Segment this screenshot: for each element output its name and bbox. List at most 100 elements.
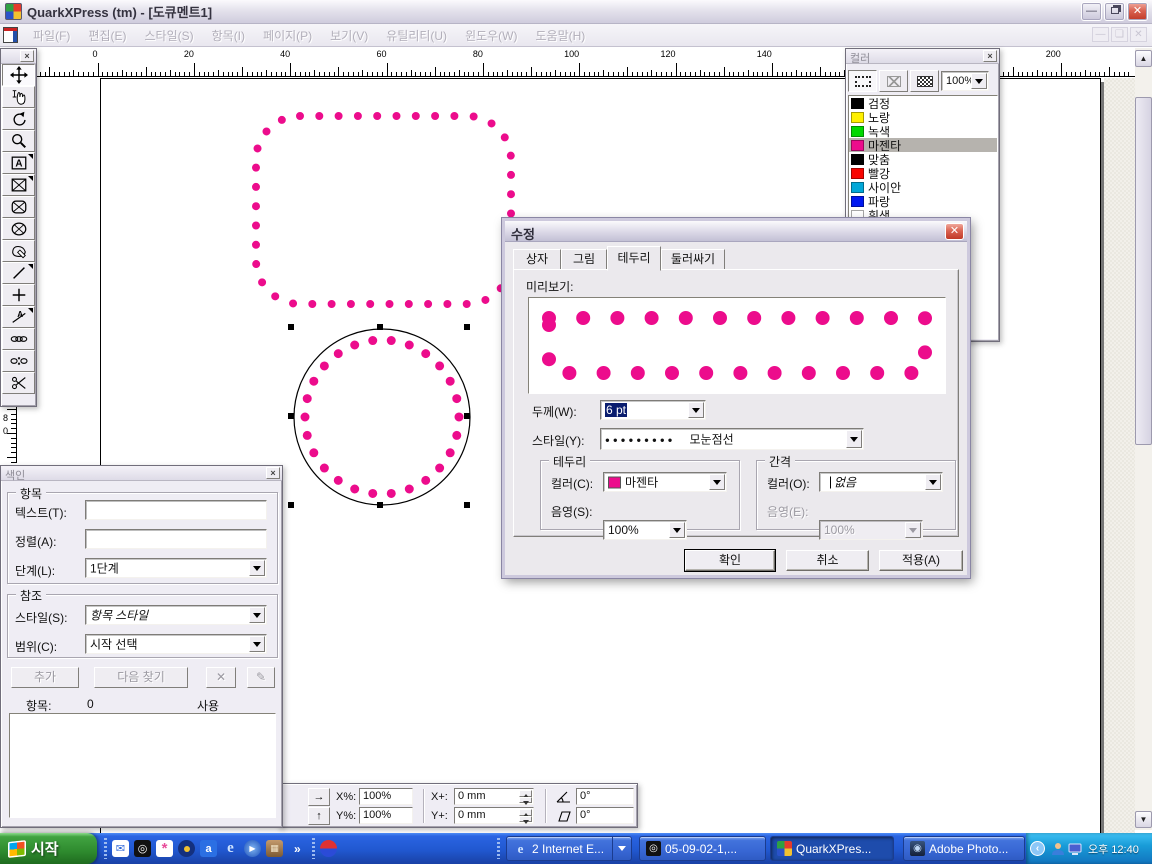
flip-vertical-button[interactable]: ↑ bbox=[308, 807, 330, 825]
index-palette-close-button[interactable]: × bbox=[266, 467, 280, 479]
group-dropdown-arrow-icon[interactable] bbox=[612, 837, 631, 860]
taskbar-grip[interactable] bbox=[312, 838, 315, 859]
dropdown-arrow-icon[interactable] bbox=[846, 430, 862, 448]
index-palette-titlebar[interactable]: 색인 × bbox=[1, 466, 282, 481]
line-tool[interactable] bbox=[2, 262, 35, 284]
index-entries-list[interactable] bbox=[9, 713, 276, 818]
dropdown-arrow-icon[interactable] bbox=[249, 560, 265, 576]
vertical-scrollbar[interactable]: ▲ ▼ bbox=[1135, 48, 1152, 830]
zoom-tool[interactable] bbox=[2, 130, 35, 152]
dropdown-arrow-icon[interactable] bbox=[925, 474, 941, 490]
modify-dialog-titlebar[interactable]: 수정 ✕ bbox=[505, 221, 967, 242]
x-offset-spinner[interactable] bbox=[519, 790, 532, 803]
taskbar-grip[interactable] bbox=[497, 838, 500, 859]
outlook-express-icon[interactable]: ✉ bbox=[112, 840, 129, 857]
modify-dialog-close-button[interactable]: ✕ bbox=[945, 223, 964, 240]
mdi-restore-button[interactable]: ❏ bbox=[1111, 27, 1128, 42]
rotation-field[interactable]: 0° bbox=[576, 788, 634, 805]
rotation-tool[interactable] bbox=[2, 108, 35, 130]
style-combo[interactable]: ●●●●●●●●●모눈점선 bbox=[600, 428, 864, 450]
display-tray-icon[interactable] bbox=[1068, 842, 1082, 856]
tab-frame[interactable]: 테두리 bbox=[607, 246, 661, 271]
frame-view-button[interactable] bbox=[848, 70, 877, 92]
apply-button[interactable]: 적용(A) bbox=[879, 550, 963, 571]
text-path-tool[interactable]: A bbox=[2, 306, 35, 328]
rounded-rectangle-picture-box-tool[interactable] bbox=[2, 196, 35, 218]
unlink-tool[interactable] bbox=[2, 350, 35, 372]
media-icon[interactable] bbox=[178, 840, 195, 857]
taskbar-button-photoshop[interactable]: ◉ Adobe Photo... bbox=[903, 836, 1025, 861]
scroll-down-button[interactable]: ▼ bbox=[1135, 811, 1152, 828]
mdi-minimize-button[interactable]: — bbox=[1092, 27, 1109, 42]
tab-runaround[interactable]: 둘러싸기 bbox=[661, 249, 725, 270]
restore-button[interactable] bbox=[1104, 2, 1125, 21]
content-tool[interactable] bbox=[2, 86, 35, 108]
scope-combo[interactable]: 시작 선택 bbox=[85, 634, 267, 654]
scroll-up-button[interactable]: ▲ bbox=[1135, 50, 1152, 67]
quick-launch-overflow-chevron[interactable]: » bbox=[294, 842, 301, 856]
text-input[interactable] bbox=[85, 500, 267, 520]
frame-shade-combo[interactable]: 100% bbox=[603, 520, 687, 540]
scrollbar-thumb[interactable] bbox=[1135, 97, 1152, 445]
taskbar-button-internet-explorer[interactable]: e 2 Internet E... bbox=[506, 836, 632, 861]
colors-palette-close-button[interactable]: × bbox=[983, 50, 997, 62]
none-view-button[interactable] bbox=[879, 70, 908, 92]
taskbar-button-image-viewer[interactable]: ◎ 05-09-02-1,... bbox=[639, 836, 766, 861]
x-offset-field[interactable]: 0 mm bbox=[454, 788, 534, 805]
skew-field[interactable]: 0° bbox=[576, 807, 634, 824]
bezier-picture-box-tool[interactable] bbox=[2, 240, 35, 262]
colors-palette-titlebar[interactable]: 컬러 × bbox=[846, 49, 999, 64]
menu-item[interactable]: 윈도우(W) bbox=[456, 25, 526, 46]
minimize-button[interactable]: — bbox=[1081, 2, 1102, 21]
internet-explorer-icon[interactable]: e bbox=[222, 840, 239, 857]
oval-picture-box-tool[interactable] bbox=[2, 218, 35, 240]
dropdown-arrow-icon[interactable] bbox=[249, 607, 265, 623]
user-tray-icon[interactable] bbox=[1051, 842, 1065, 856]
ok-button[interactable]: 확인 bbox=[685, 550, 775, 571]
y-scale-field[interactable]: 100% bbox=[359, 807, 413, 824]
scissors-tool[interactable] bbox=[2, 372, 35, 394]
item-tool[interactable] bbox=[2, 64, 35, 86]
title-bar[interactable]: QuarkXPress (tm) - [도큐멘트1] — ✕ bbox=[0, 0, 1152, 24]
taskbar-button-quarkxpress[interactable]: QuarkXPres... bbox=[770, 836, 894, 861]
rectangle-picture-box-tool[interactable] bbox=[2, 174, 35, 196]
width-combo[interactable]: 6 pt bbox=[600, 400, 706, 420]
text-box-tool[interactable]: A bbox=[2, 152, 35, 174]
dropdown-arrow-icon[interactable] bbox=[688, 402, 704, 418]
dropdown-arrow-icon[interactable] bbox=[709, 474, 725, 490]
menu-item[interactable]: 편집(E) bbox=[79, 25, 135, 46]
korean-ime-icon[interactable] bbox=[320, 840, 337, 857]
edit-entry-button[interactable]: ✎ bbox=[247, 667, 275, 688]
link-tool[interactable] bbox=[2, 328, 35, 350]
add-button[interactable]: 추가 bbox=[11, 667, 79, 688]
level-combo[interactable]: 1단계 bbox=[85, 558, 267, 578]
menu-item[interactable]: 파일(F) bbox=[24, 25, 79, 46]
cancel-button[interactable]: 취소 bbox=[786, 550, 869, 571]
shade-view-button[interactable] bbox=[910, 70, 939, 92]
acrobat-icon[interactable]: a bbox=[200, 840, 217, 857]
sort-input[interactable] bbox=[85, 529, 267, 549]
dropdown-arrow-icon[interactable] bbox=[249, 636, 265, 652]
delete-entry-button[interactable]: ✕ bbox=[206, 667, 236, 688]
mdi-close-button[interactable]: ✕ bbox=[1130, 27, 1147, 42]
style-combo[interactable]: 항목 스타일 bbox=[85, 605, 267, 625]
tool-palette-close-button[interactable]: × bbox=[20, 50, 34, 62]
menu-item[interactable]: 도움말(H) bbox=[527, 25, 595, 46]
frame-color-combo[interactable]: 마젠타 bbox=[603, 472, 727, 492]
menu-item[interactable]: 항목(I) bbox=[203, 25, 254, 46]
shade-percent-combo[interactable]: 100% bbox=[941, 71, 989, 91]
media-player-icon[interactable]: ▶ bbox=[244, 840, 261, 857]
document-icon[interactable] bbox=[3, 27, 18, 43]
x-scale-field[interactable]: 100% bbox=[359, 788, 413, 805]
acdsee-icon[interactable]: ◎ bbox=[134, 840, 151, 857]
tab-picture[interactable]: 그림 bbox=[561, 249, 607, 270]
menu-item[interactable]: 스타일(S) bbox=[135, 25, 202, 46]
tool-palette-titlebar[interactable]: × bbox=[1, 49, 36, 64]
menu-item[interactable]: 보기(V) bbox=[321, 25, 377, 46]
flip-horizontal-button[interactable]: → bbox=[308, 788, 330, 806]
y-offset-field[interactable]: 0 mm bbox=[454, 807, 534, 824]
tray-chevron-icon[interactable]: ‹ bbox=[1030, 841, 1045, 856]
y-offset-spinner[interactable] bbox=[519, 809, 532, 822]
start-button[interactable]: 시작 bbox=[0, 833, 97, 864]
menu-item[interactable]: 페이지(P) bbox=[254, 25, 321, 46]
